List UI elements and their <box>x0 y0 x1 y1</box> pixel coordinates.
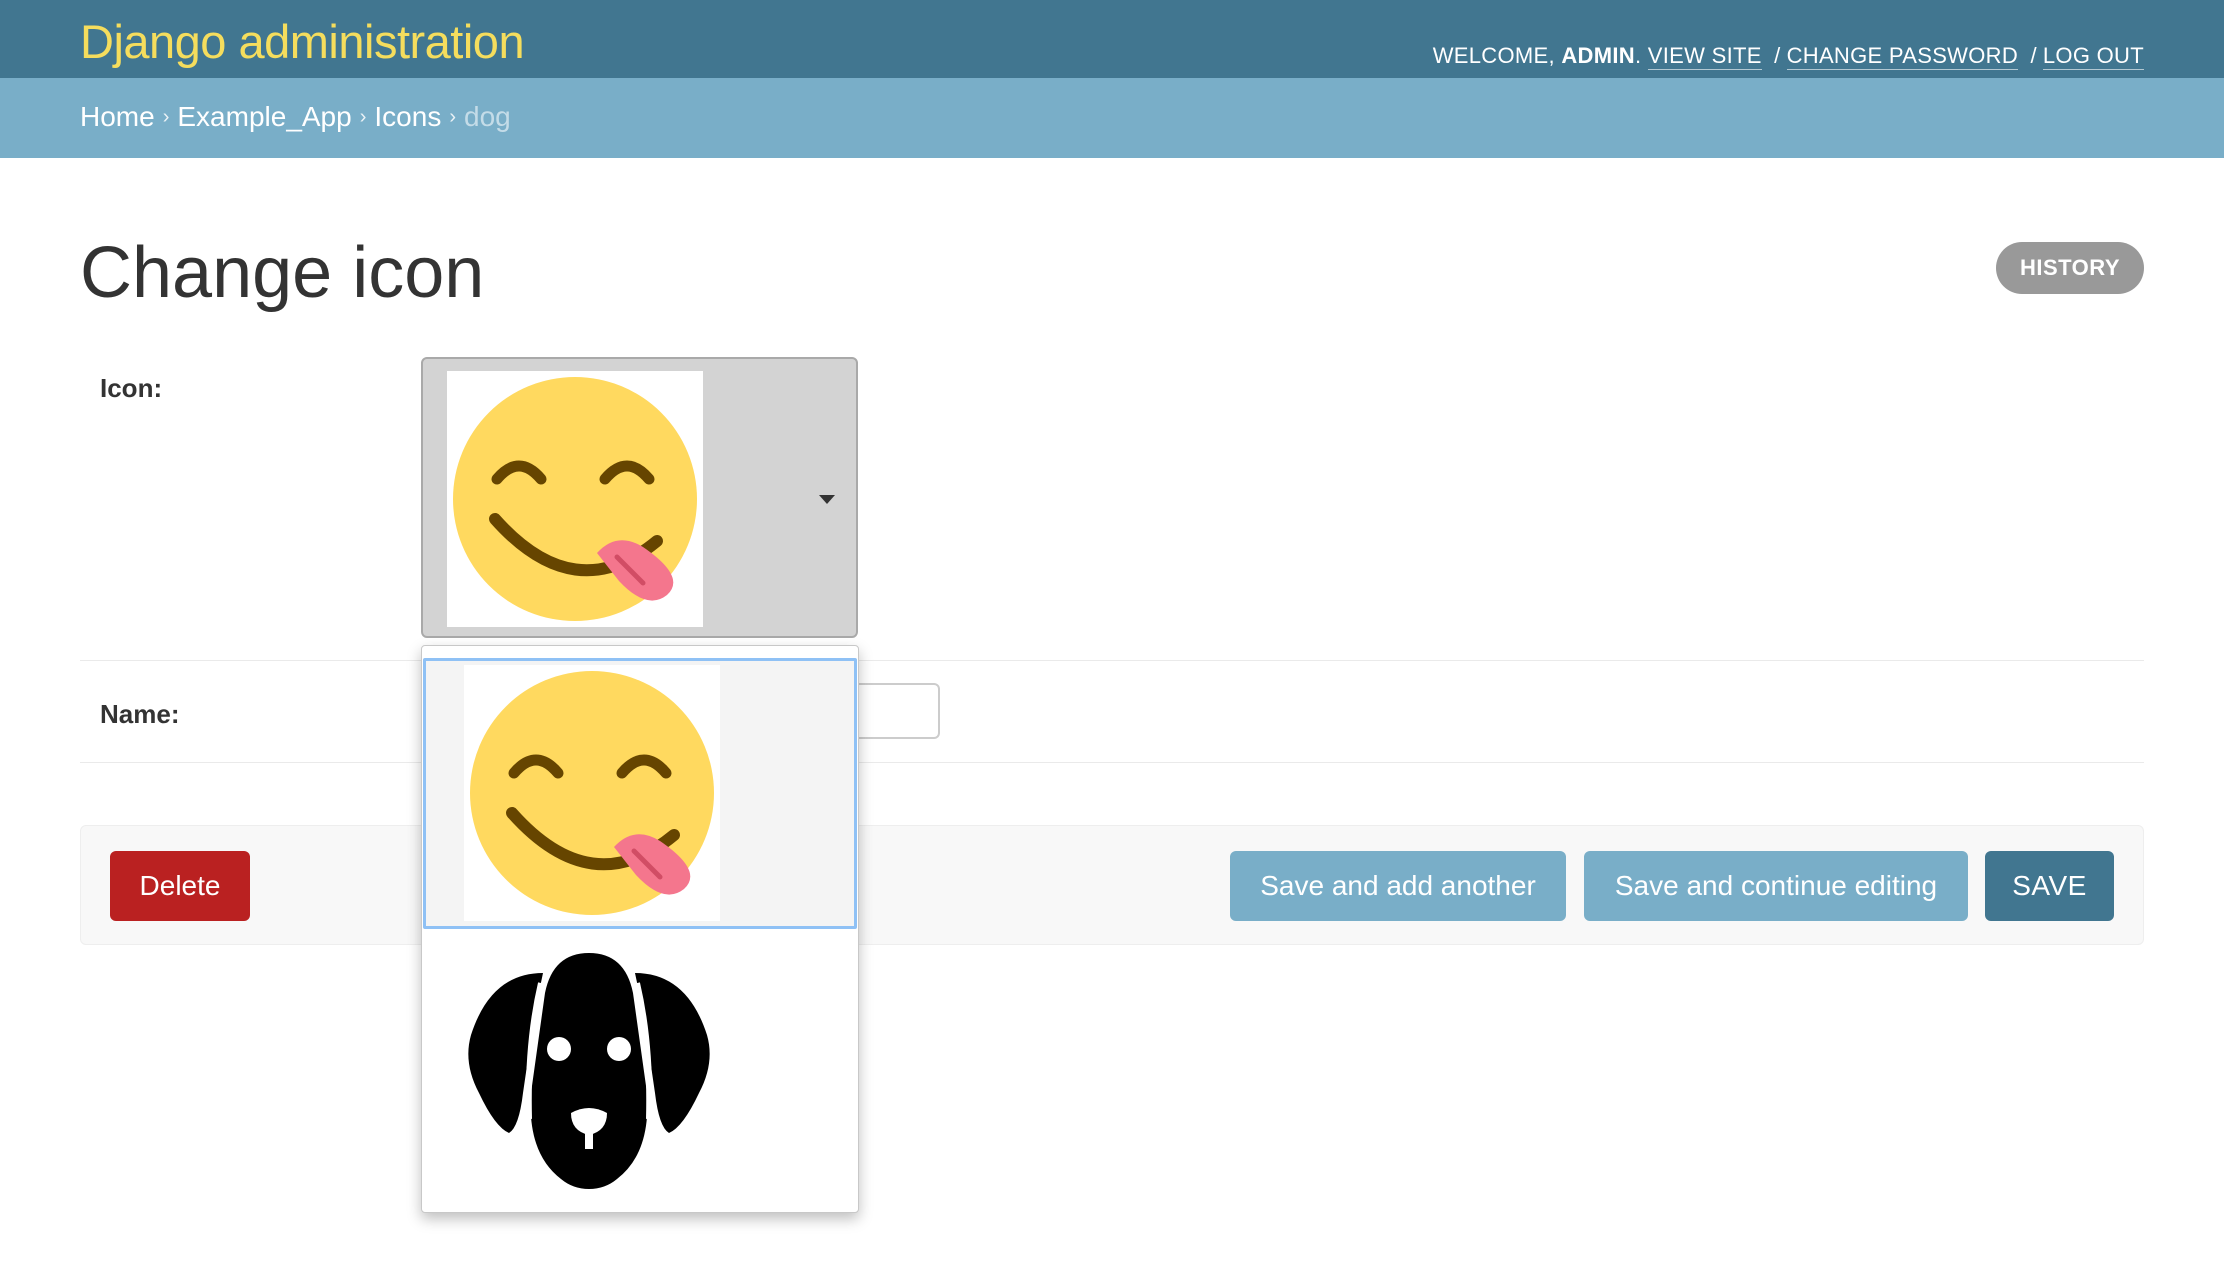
chevron-down-icon[interactable] <box>819 495 835 504</box>
separator: / <box>2030 43 2037 68</box>
selected-icon-preview <box>447 371 703 627</box>
delete-button[interactable]: Delete <box>110 851 250 921</box>
save-and-continue-editing-button[interactable]: Save and continue editing <box>1584 851 1968 921</box>
row-divider <box>80 762 2144 763</box>
username-suffix: . <box>1634 43 1642 68</box>
smiling-face-with-tongue-icon <box>453 377 697 621</box>
option-icon-preview <box>461 943 717 1199</box>
breadcrumb-separator: › <box>359 106 367 128</box>
dropdown-option-dog[interactable] <box>423 931 857 1211</box>
separator: / <box>1774 43 1781 68</box>
welcome-text: WELCOME, <box>1432 43 1555 68</box>
log-out-link[interactable]: LOG OUT <box>2042 43 2144 70</box>
option-icon-preview <box>464 665 720 921</box>
dropdown-option-smiling-face[interactable] <box>423 658 857 929</box>
breadcrumb-separator: › <box>162 106 170 128</box>
breadcrumb-home[interactable]: Home <box>80 101 155 132</box>
view-site-link[interactable]: VIEW SITE <box>1647 43 1762 70</box>
save-and-add-another-button[interactable]: Save and add another <box>1230 851 1566 921</box>
page-title: Change icon <box>80 233 485 313</box>
icon-dropdown-list <box>421 645 859 1213</box>
icon-field-label: Icon: <box>100 373 163 403</box>
name-input[interactable] <box>850 683 940 739</box>
dog-icon <box>468 953 710 1189</box>
breadcrumb-example-app[interactable]: Example_App <box>177 101 351 132</box>
breadcrumb-current: dog <box>464 101 511 132</box>
history-button[interactable]: HISTORY <box>1996 242 2144 294</box>
change-password-link[interactable]: CHANGE PASSWORD <box>1786 43 2019 70</box>
breadcrumb: Home › Example_App › Icons › dog <box>0 78 2224 158</box>
user-tools: WELCOME, ADMIN. VIEW SITE / CHANGE PASSWO… <box>1432 43 2144 70</box>
save-button[interactable]: SAVE <box>1985 851 2114 921</box>
site-name[interactable]: Django administration <box>80 14 525 69</box>
breadcrumb-icons[interactable]: Icons <box>374 101 441 132</box>
row-divider <box>80 660 2144 661</box>
smiling-face-with-tongue-icon <box>470 671 714 915</box>
breadcrumb-separator: › <box>449 106 456 128</box>
header-bar: Django administration WELCOME, ADMIN. VI… <box>0 0 2224 78</box>
icon-select[interactable] <box>421 357 858 638</box>
name-field-label: Name: <box>100 699 180 729</box>
username: ADMIN <box>1561 43 1635 68</box>
